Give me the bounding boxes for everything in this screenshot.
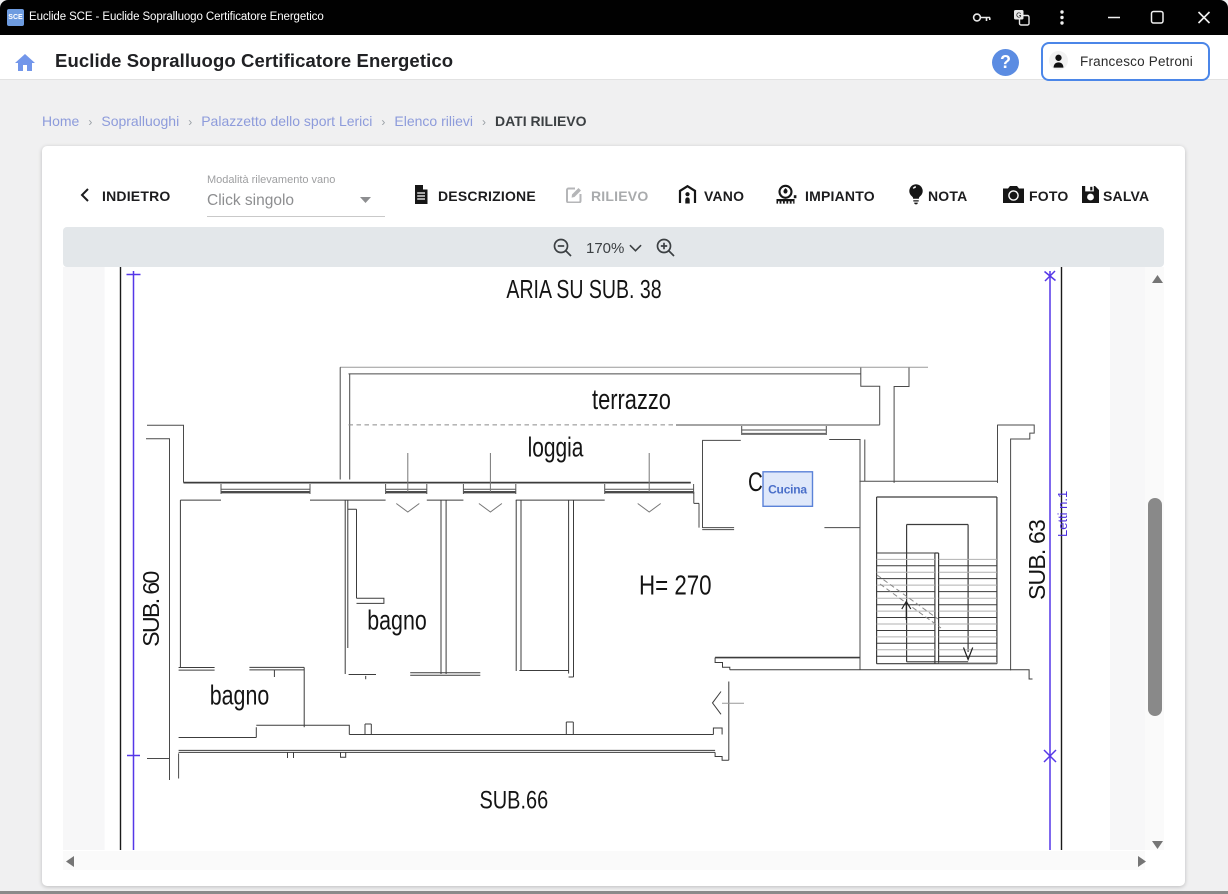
svg-text:SUB.66: SUB.66 [479,785,548,814]
svg-text:bagno: bagno [367,605,426,636]
svg-text:ARIA SU SUB. 38: ARIA SU SUB. 38 [506,274,661,303]
svg-text:terrazzo: terrazzo [592,384,671,415]
svg-text:SUB. 60: SUB. 60 [138,571,164,646]
svg-text:loggia: loggia [528,433,584,463]
svg-text:bagno: bagno [210,680,269,711]
svg-text:SUB. 63: SUB. 63 [1024,520,1050,600]
svg-text:Cucina: Cucina [768,483,807,497]
svg-text:Letti n.1: Letti n.1 [1055,491,1070,537]
svg-text:H= 270: H= 270 [639,570,712,601]
svg-text:G: G [1016,13,1021,20]
